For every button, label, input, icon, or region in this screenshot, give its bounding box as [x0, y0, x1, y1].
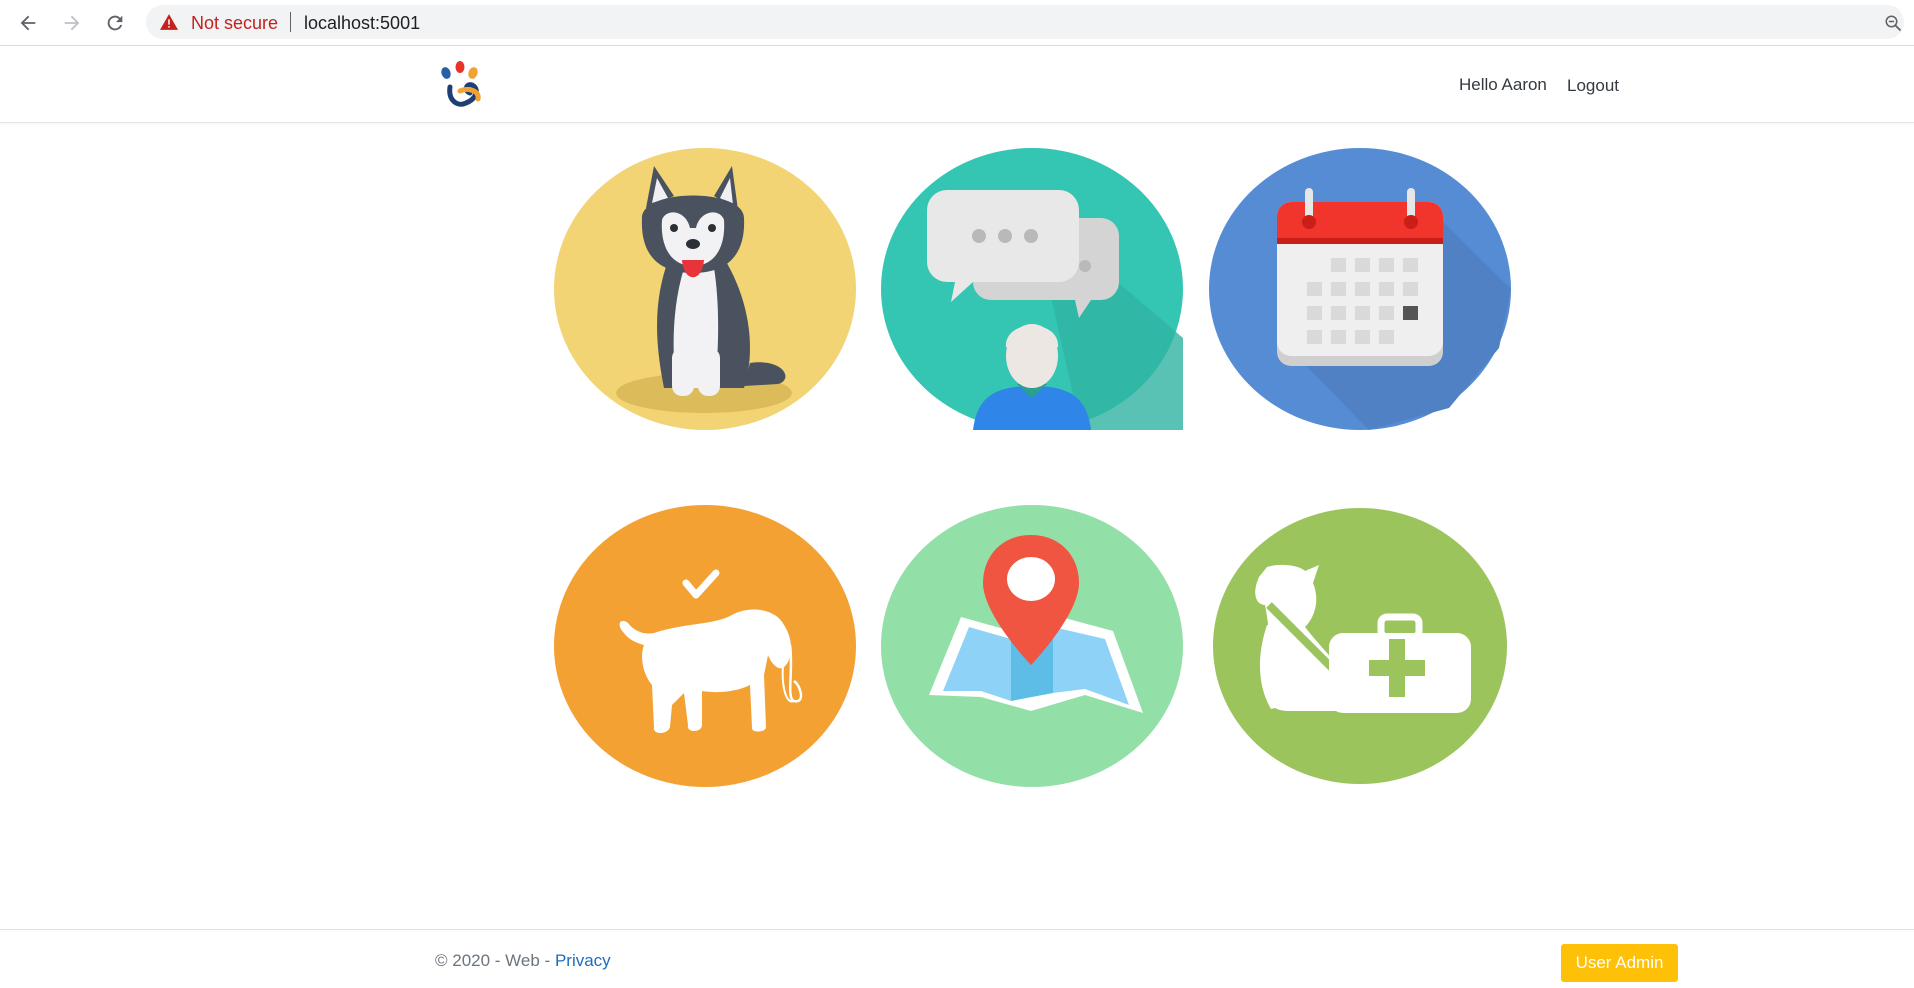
reload-icon: [107, 15, 123, 31]
page-footer: © 2020 - Web - Privacy User Admin: [0, 929, 1914, 988]
veterinary-tile[interactable]: [1209, 505, 1511, 787]
copyright-text: © 2020 - Web - Privacy: [435, 951, 611, 971]
address-bar[interactable]: Not secure localhost:5001: [146, 5, 1904, 39]
chat-bubbles-user-icon: [881, 148, 1183, 430]
dog-with-leash-icon: [554, 505, 856, 787]
logout-link[interactable]: Logout: [1567, 76, 1619, 96]
url-text[interactable]: localhost:5001: [304, 13, 420, 34]
security-status[interactable]: Not secure: [191, 13, 278, 34]
back-button[interactable]: [14, 9, 42, 37]
map-pin-icon: [881, 505, 1183, 787]
copyright-label: © 2020 - Web -: [435, 951, 555, 970]
calendar-tile[interactable]: [1209, 148, 1511, 430]
zoom-icon[interactable]: [1884, 14, 1902, 32]
forward-button[interactable]: [58, 9, 86, 37]
arrow-right-icon: [64, 15, 80, 31]
dog-medical-kit-icon: [1213, 508, 1507, 784]
privacy-link[interactable]: Privacy: [555, 951, 611, 970]
dog-profile-tile[interactable]: [554, 148, 856, 430]
user-greeting[interactable]: Hello Aaron: [1459, 75, 1547, 95]
calendar-icon: [1209, 148, 1511, 430]
reload-button[interactable]: [101, 9, 129, 37]
map-tile[interactable]: [881, 505, 1183, 787]
arrow-left-icon: [20, 15, 36, 31]
warning-icon: [160, 14, 178, 30]
app-navbar: Hello Aaron Logout: [0, 46, 1914, 123]
messages-tile[interactable]: [881, 148, 1183, 430]
husky-dog-icon: [554, 148, 856, 430]
separator: [290, 12, 291, 32]
paw-logo-icon[interactable]: [436, 61, 486, 109]
dog-walking-tile[interactable]: [554, 505, 856, 787]
user-admin-button[interactable]: User Admin: [1561, 944, 1678, 982]
browser-toolbar: Not secure localhost:5001: [0, 0, 1914, 46]
